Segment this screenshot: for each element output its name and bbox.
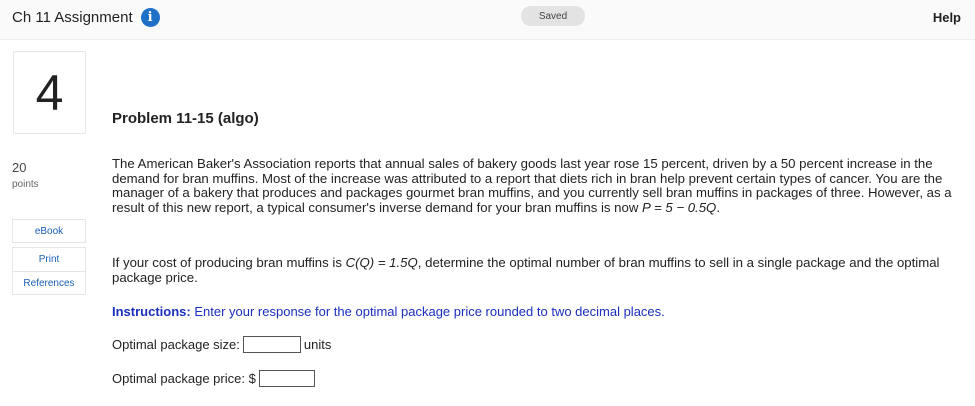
- info-icon[interactable]: i: [140, 8, 160, 27]
- top-bar: Ch 11 Assignment i Saved Help: [0, 0, 975, 40]
- references-button[interactable]: References: [12, 271, 86, 295]
- problem-title: Problem 11-15 (algo): [112, 110, 259, 127]
- problem-paragraph-1-text: The American Baker's Association reports…: [112, 156, 952, 215]
- problem-paragraph-1-end: .: [716, 199, 720, 215]
- print-button[interactable]: Print: [12, 247, 86, 271]
- ebook-button[interactable]: eBook: [12, 219, 86, 243]
- package-size-label: Optimal package size:: [112, 337, 240, 352]
- problem-paragraph-2-text: If your cost of producing bran muffins i…: [112, 255, 346, 270]
- package-size-input[interactable]: [242, 336, 301, 353]
- package-price-row: Optimal package price: $: [112, 370, 318, 387]
- package-size-unit: units: [303, 337, 332, 352]
- instructions-body: Enter your response for the optimal pack…: [190, 304, 665, 319]
- package-price-label: Optimal package price: $: [112, 371, 256, 386]
- question-number: 4: [13, 51, 86, 134]
- points-value: 20: [12, 160, 27, 175]
- problem-paragraph-1: The American Baker's Association reports…: [112, 156, 967, 215]
- help-button[interactable]: Help: [933, 10, 961, 25]
- side-tools-panel: eBook Print References: [12, 219, 86, 295]
- assignment-title-group: Ch 11 Assignment i: [12, 8, 160, 27]
- package-price-input[interactable]: [258, 370, 315, 387]
- cost-equation: C(Q) = 1.5Q: [345, 255, 418, 270]
- assignment-title: Ch 11 Assignment: [12, 9, 133, 26]
- problem-paragraph-2: If your cost of producing bran muffins i…: [112, 255, 967, 285]
- instructions-text: Instructions: Enter your response for th…: [112, 304, 665, 319]
- instructions-label: Instructions:: [112, 304, 191, 319]
- demand-equation: P = 5 − 0.5Q: [642, 199, 717, 215]
- saved-status-badge: Saved: [521, 6, 585, 26]
- package-size-row: Optimal package size: units: [112, 336, 331, 353]
- points-label: points: [12, 179, 39, 190]
